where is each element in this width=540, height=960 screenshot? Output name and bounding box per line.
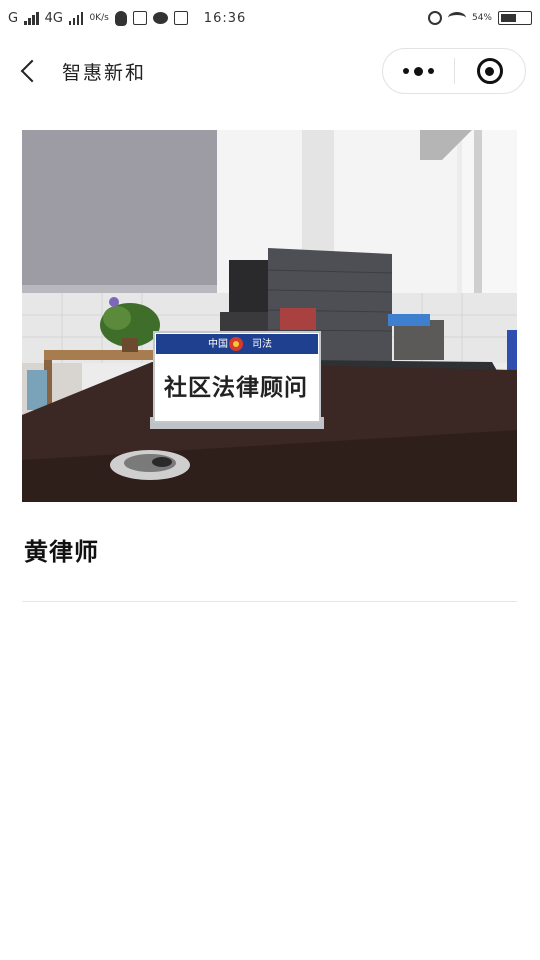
carrier-label-1: G [8,10,19,26]
sign-text: 社区法律顾问 [164,375,308,401]
message-icon [152,12,168,24]
battery-icon [498,11,532,25]
signal-icon-2 [68,11,84,25]
lawyer-name: 黄律师 [24,538,99,566]
qq-icon [114,10,127,26]
close-miniprogram-button[interactable] [455,49,526,93]
net-speed: 0K/s [89,13,109,23]
chevron-left-icon [20,59,44,83]
status-right: 54% [427,11,532,25]
sign-header-right: 司法 [252,339,272,350]
office-photo-illustration [22,130,517,502]
more-button[interactable] [383,49,454,93]
sign-header-left: 中国 [208,339,228,350]
status-bar: G 4G 0K/s 16:36 54% [0,0,540,36]
carrier-label-2: 4G [44,10,63,26]
app-notification-icon [132,11,147,25]
more-dot-icon [402,68,409,74]
divider [22,601,517,602]
signal-icon [24,11,39,25]
back-button[interactable] [14,54,44,88]
wifi-icon [447,12,466,24]
app-notification-icon-2 [173,11,188,25]
alarm-icon [427,11,442,25]
target-close-icon [476,58,503,84]
nav-bar: 智惠新和 [0,36,540,106]
clock: 16:36 [203,10,247,26]
miniprogram-capsule [382,48,526,94]
more-dot-icon [427,68,434,74]
battery-percent: 54% [471,13,492,23]
battery-fill [501,14,516,22]
status-left: G 4G 0K/s 16:36 [8,10,247,26]
office-photo: 中国 司法 社区法律顾问 [22,130,517,502]
more-dot-icon [413,66,423,76]
page-title: 智惠新和 [62,62,147,84]
page: G 4G 0K/s 16:36 54% 智惠新和 中国 司法 社区法律顾问 黄律… [0,0,540,960]
